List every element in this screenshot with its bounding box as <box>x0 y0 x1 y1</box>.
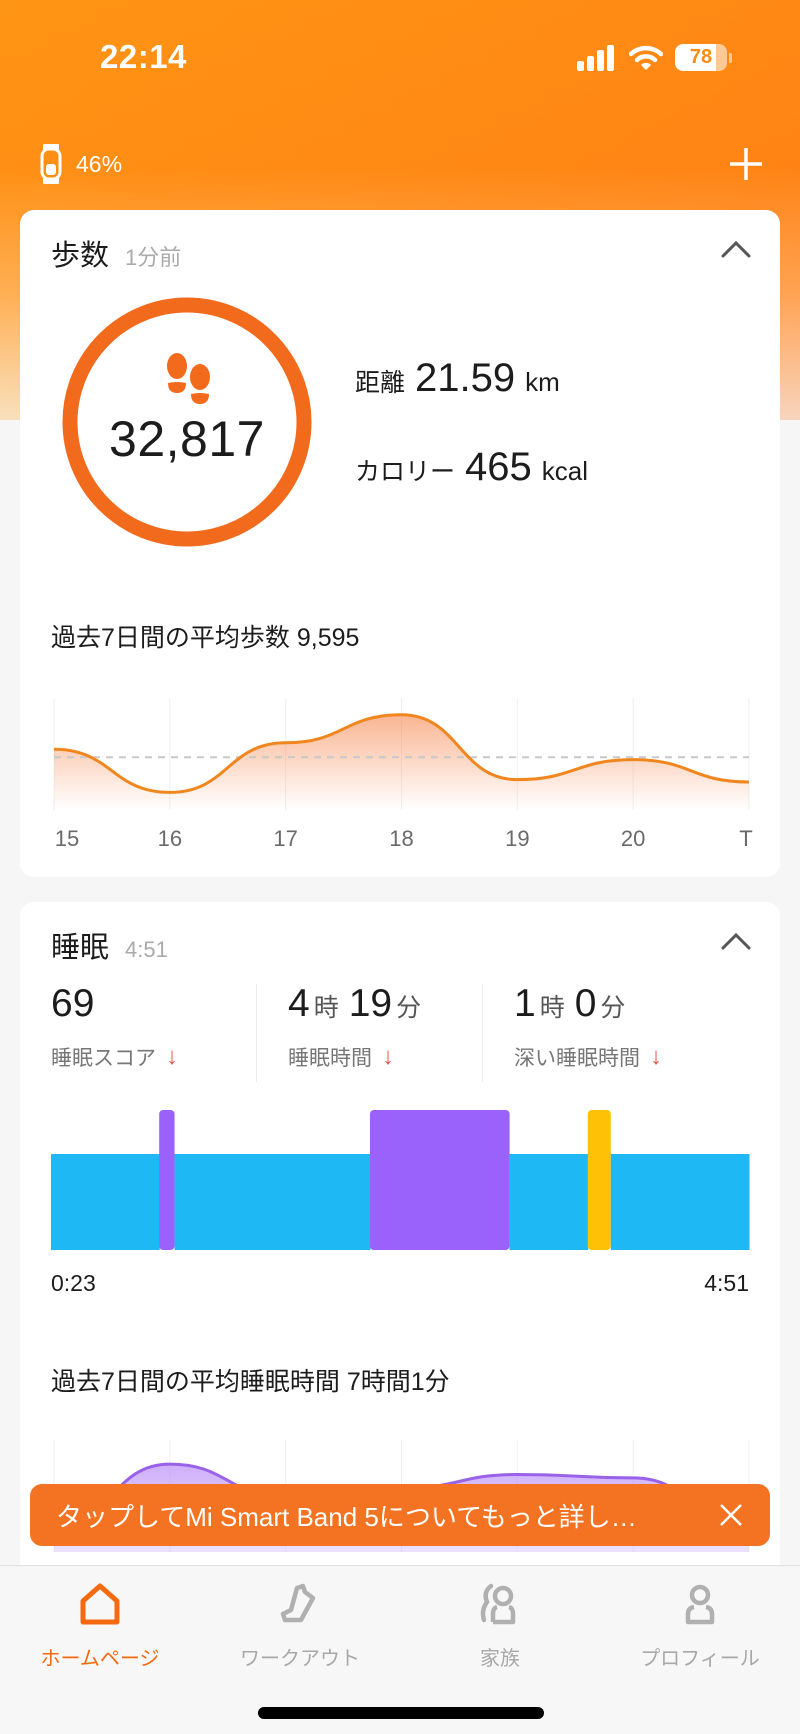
tab-family[interactable]: 家族 <box>400 1580 600 1671</box>
family-icon <box>480 1583 516 1625</box>
x-tick-label: 18 <box>389 826 413 851</box>
deep-sleep-value: 1 時 0 分 <box>514 982 662 1026</box>
promo-banner[interactable]: タップしてMi Smart Band 5についてもっと詳し… <box>30 1484 770 1546</box>
sleep-card-header: 睡眠 4:51 <box>51 924 168 966</box>
sleep-segment-light <box>51 1154 160 1250</box>
status-time: 22:14 <box>100 38 187 75</box>
sleep-duration-value: 4 時 19 分 <box>288 982 427 1026</box>
calorie-metric: カロリー 465 kcal <box>355 445 588 490</box>
stat-unit: 分 <box>396 994 422 1022</box>
stat-label-text: 睡眠時間 <box>288 1047 372 1070</box>
chevron-up-icon[interactable] <box>718 926 754 954</box>
steps-updated: 1分前 <box>125 245 182 270</box>
x-tick-label: 20 <box>621 826 645 851</box>
stat-unit: 分 <box>600 994 626 1022</box>
calorie-unit: kcal <box>541 456 589 486</box>
sleep-segment-light <box>509 1154 589 1250</box>
shoe-icon <box>280 1583 316 1623</box>
steps-avg-title: 過去7日間の平均歩数 9,595 <box>51 624 360 652</box>
divider <box>482 984 483 1082</box>
timeline-end: 4:51 <box>704 1270 749 1296</box>
close-icon[interactable] <box>718 1502 744 1528</box>
plus-icon[interactable] <box>728 146 764 182</box>
steps-card-header: 歩数 1分前 <box>51 232 181 274</box>
tab-label: プロフィール <box>640 1648 760 1670</box>
steps-week-chart[interactable]: 15 16 17 18 19 20 T <box>20 680 780 860</box>
sleep-segment-light <box>610 1154 750 1250</box>
footprints-icon <box>167 353 210 404</box>
sleep-time: 4:51 <box>125 937 168 962</box>
banner-text: タップしてMi Smart Band 5についてもっと詳し… <box>56 1501 637 1532</box>
home-icon <box>80 1583 120 1625</box>
distance-unit: km <box>525 367 560 397</box>
sleep-duration-stat[interactable]: 4 時 19 分 睡眠時間 ↓ <box>288 982 427 1072</box>
arrow-down-icon: ↓ <box>382 1043 394 1070</box>
sleep-segment-deep <box>369 1110 510 1250</box>
steps-title: 歩数 <box>51 240 110 272</box>
sleep-segment-deep <box>159 1110 175 1250</box>
sleep-segment-light <box>174 1154 371 1250</box>
profile-icon <box>685 1584 715 1625</box>
stat-number: 69 <box>51 982 95 1025</box>
distance-label: 距離 <box>355 369 406 397</box>
tab-label: ホームページ <box>40 1648 160 1670</box>
sleep-score-value: 69 <box>51 982 178 1026</box>
sleep-segment-awake <box>587 1110 611 1250</box>
device-status[interactable]: 46% <box>40 144 122 184</box>
sleep-duration-label: 睡眠時間 ↓ <box>288 1042 427 1072</box>
calorie-value: 465 <box>465 445 532 489</box>
chevron-up-icon[interactable] <box>718 234 754 262</box>
stat-label-text: 睡眠スコア <box>51 1047 156 1070</box>
tab-home[interactable]: ホームページ <box>0 1580 200 1671</box>
sleep-card[interactable]: 睡眠 4:51 69 睡眠スコア ↓ 4 時 19 分 睡眠時間 ↓ 1 時 0 <box>20 902 780 1662</box>
tab-workout[interactable]: ワークアウト <box>200 1580 400 1671</box>
home-indicator[interactable] <box>258 1707 544 1719</box>
x-tick-label: 15 <box>55 826 79 851</box>
battery-icon: 78 <box>675 44 727 71</box>
divider <box>256 984 257 1082</box>
x-tick-label: 16 <box>158 826 182 851</box>
stat-number: 19 <box>348 982 393 1025</box>
stat-number: 1 <box>514 982 536 1025</box>
sleep-score-label: 睡眠スコア ↓ <box>51 1042 178 1072</box>
x-tick-label: T <box>739 826 752 851</box>
arrow-down-icon: ↓ <box>166 1043 178 1070</box>
calorie-label: カロリー <box>355 458 456 486</box>
distance-value: 21.59 <box>415 356 516 400</box>
stat-label-text: 深い睡眠時間 <box>514 1047 640 1070</box>
stat-unit: 時 <box>313 994 339 1022</box>
distance-metric: 距離 21.59 km <box>355 356 560 401</box>
status-icons: 78 <box>577 44 732 71</box>
step-count: 32,817 <box>109 411 265 467</box>
status-bar: 22:14 78 <box>0 0 800 120</box>
tab-label: ワークアウト <box>240 1648 360 1670</box>
x-tick-label: 19 <box>505 826 529 851</box>
tab-label: 家族 <box>480 1648 520 1670</box>
band-icon <box>40 144 62 184</box>
timeline-start: 0:23 <box>51 1270 96 1296</box>
band-battery-percent: 46% <box>76 150 123 177</box>
deep-sleep-label: 深い睡眠時間 ↓ <box>514 1042 662 1072</box>
sleep-score-stat[interactable]: 69 睡眠スコア ↓ <box>51 982 178 1072</box>
sleep-title: 睡眠 <box>51 932 110 964</box>
sleep-avg-title: 過去7日間の平均睡眠時間 7時間1分 <box>51 1368 450 1396</box>
arrow-down-icon: ↓ <box>650 1043 662 1070</box>
battery-level: 78 <box>689 46 713 68</box>
area-fill <box>54 714 749 810</box>
battery-nub <box>729 52 732 63</box>
sleep-timeline-chart[interactable] <box>20 1110 780 1250</box>
tab-profile[interactable]: プロフィール <box>600 1580 800 1671</box>
stat-number: 4 <box>288 982 310 1025</box>
steps-card[interactable]: 歩数 1分前 32,817 距離 21.59 km カロリー 465 kcal … <box>20 210 780 877</box>
deep-sleep-stat[interactable]: 1 時 0 分 深い睡眠時間 ↓ <box>514 982 662 1072</box>
stat-number: 0 <box>574 982 597 1025</box>
wifi-icon <box>629 45 663 70</box>
x-tick-label: 17 <box>273 826 297 851</box>
signal-icon <box>577 44 614 71</box>
stat-unit: 時 <box>539 994 565 1022</box>
